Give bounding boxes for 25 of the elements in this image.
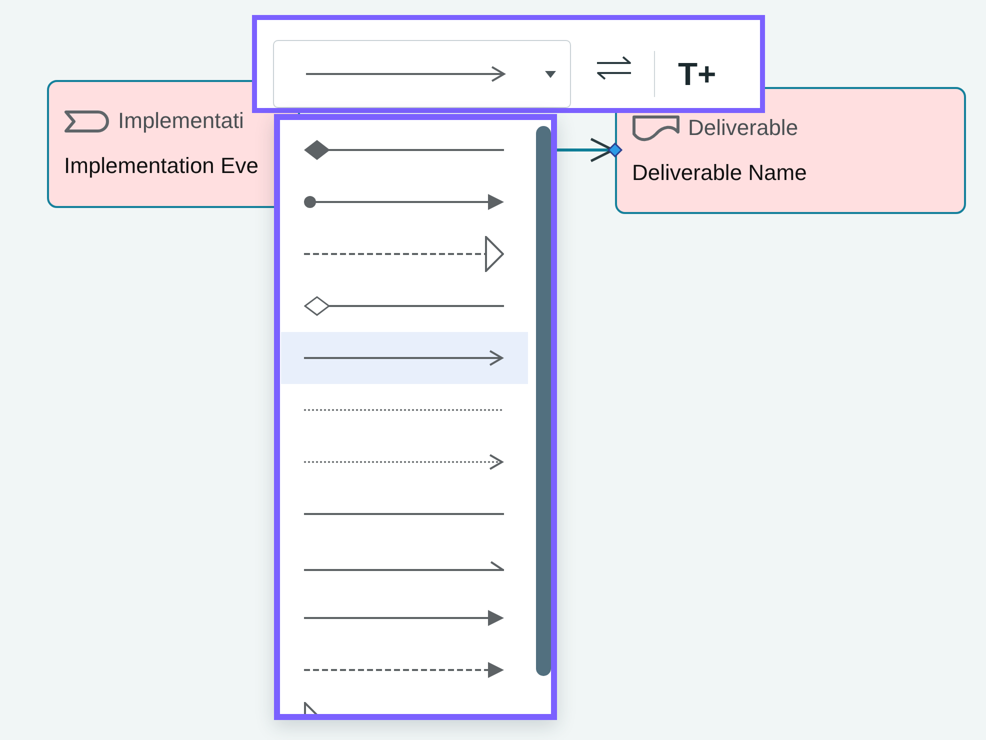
half-arrow-line-icon [304, 561, 504, 571]
arrow-line-icon [304, 350, 504, 366]
dashed-hollow-arrow-line-icon [304, 236, 504, 272]
caret-icon [545, 70, 556, 78]
node-name: Deliverable Name [632, 160, 807, 186]
add-text-button[interactable]: T+ [672, 55, 722, 93]
wavy-document-icon [632, 114, 680, 142]
node-name: Implementation Eve [64, 153, 258, 179]
hollow-diamond-line-icon [304, 296, 504, 316]
notched-tag-icon [64, 110, 110, 132]
line-icon [304, 513, 504, 515]
dot-filled-arrow-line-icon [304, 194, 504, 210]
node-type-label: Implementati [118, 108, 244, 134]
scrollbar-thumb[interactable] [536, 126, 551, 676]
node-type-label: Deliverable [688, 115, 798, 141]
diamond-handle-icon[interactable] [607, 142, 623, 158]
line-style-option[interactable] [281, 332, 528, 384]
dotted-arrow-line-icon [304, 454, 504, 470]
line-style-select[interactable] [273, 40, 571, 108]
swap-arrows-icon [596, 56, 632, 80]
diamond-line-icon [304, 140, 504, 160]
filled-arrow-line-icon [304, 610, 504, 626]
arrow-line-icon [306, 66, 506, 82]
dotted-line-icon [304, 409, 504, 411]
dashed-filled-arrow-line-icon [304, 662, 504, 678]
